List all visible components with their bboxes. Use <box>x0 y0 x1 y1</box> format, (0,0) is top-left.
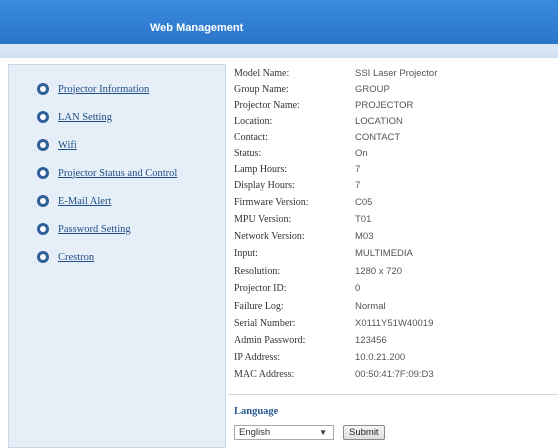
info-value: MULTIMEDIA <box>355 248 413 259</box>
info-label: Contact: <box>234 132 268 143</box>
info-value: SSI Laser Projector <box>355 68 438 79</box>
info-label: Input: <box>234 248 258 259</box>
section-divider <box>228 394 558 395</box>
info-value: 7 <box>355 164 361 175</box>
info-value: M03 <box>355 231 374 242</box>
radio-bullet-icon <box>37 223 49 235</box>
sidebar-item-label[interactable]: Wifi <box>58 140 77 151</box>
chevron-down-icon: ▼ <box>319 428 327 437</box>
info-value: 123456 <box>355 335 387 346</box>
sidebar-item-label[interactable]: LAN Setting <box>58 112 112 123</box>
sidebar-item-label[interactable]: Projector Status and Control <box>58 168 177 179</box>
info-label: Failure Log: <box>234 301 284 312</box>
sidebar-item-projector-information[interactable]: Projector Information <box>37 81 149 97</box>
radio-bullet-icon <box>37 111 49 123</box>
sidebar-item-projector-status-and-control[interactable]: Projector Status and Control <box>37 165 177 181</box>
info-label: Projector Name: <box>234 100 300 111</box>
info-value: 0 <box>355 283 361 294</box>
language-select-value: English <box>239 427 271 438</box>
info-label: Display Hours: <box>234 180 295 191</box>
language-select[interactable]: English ▼ <box>234 425 334 440</box>
sidebar-item-crestron[interactable]: Crestron <box>37 249 94 265</box>
info-value: 10.0.21.200 <box>355 352 406 363</box>
info-label: IP Address: <box>234 352 281 363</box>
info-value: C05 <box>355 197 373 208</box>
sidebar-item-label[interactable]: E-Mail Alert <box>58 196 111 207</box>
sidebar-item-wifi[interactable]: Wifi <box>37 137 77 153</box>
info-label: Firmware Version: <box>234 197 309 208</box>
radio-bullet-icon <box>37 139 49 151</box>
info-value: GROUP <box>355 84 390 95</box>
info-label: Status: <box>234 148 262 159</box>
info-value: On <box>355 148 368 159</box>
sidebar-item-label[interactable]: Projector Information <box>58 84 149 95</box>
radio-bullet-icon <box>37 195 49 207</box>
sidebar: Projector Information LAN Setting Wifi P… <box>8 64 226 448</box>
info-value: LOCATION <box>355 116 403 127</box>
info-value: 00:50:41:7F:09:D3 <box>355 369 434 380</box>
sidebar-item-email-alert[interactable]: E-Mail Alert <box>37 193 111 209</box>
header-stripe <box>0 46 558 58</box>
info-value: 7 <box>355 180 361 191</box>
info-value: T01 <box>355 214 372 225</box>
language-heading: Language <box>234 406 279 417</box>
info-label: Projector ID: <box>234 283 287 294</box>
info-label: Serial Number: <box>234 318 296 329</box>
info-label: Lamp Hours: <box>234 164 288 175</box>
info-label: Network Version: <box>234 231 305 242</box>
info-label: Location: <box>234 116 273 127</box>
submit-button[interactable]: Submit <box>343 425 385 440</box>
info-value: CONTACT <box>355 132 401 143</box>
info-value: 1280 x 720 <box>355 266 403 277</box>
info-value: Normal <box>355 301 386 312</box>
info-value: X0111Y51W40019 <box>355 318 434 329</box>
sidebar-item-label[interactable]: Crestron <box>58 252 94 263</box>
radio-bullet-icon <box>37 83 49 95</box>
info-value: PROJECTOR <box>355 100 414 111</box>
sidebar-item-label[interactable]: Password Setting <box>58 224 131 235</box>
radio-bullet-icon <box>37 251 49 263</box>
sidebar-item-lan-setting[interactable]: LAN Setting <box>37 109 112 125</box>
header-bar: Web Management <box>0 0 558 44</box>
info-label: Admin Password: <box>234 335 306 346</box>
info-label: MPU Version: <box>234 214 292 225</box>
info-label: Model Name: <box>234 68 290 79</box>
sidebar-item-password-setting[interactable]: Password Setting <box>37 221 131 237</box>
info-label: Group Name: <box>234 84 289 95</box>
radio-bullet-icon <box>37 167 49 179</box>
info-label: Resolution: <box>234 266 281 277</box>
info-label: MAC Address: <box>234 369 295 380</box>
page-title: Web Management <box>150 22 244 34</box>
